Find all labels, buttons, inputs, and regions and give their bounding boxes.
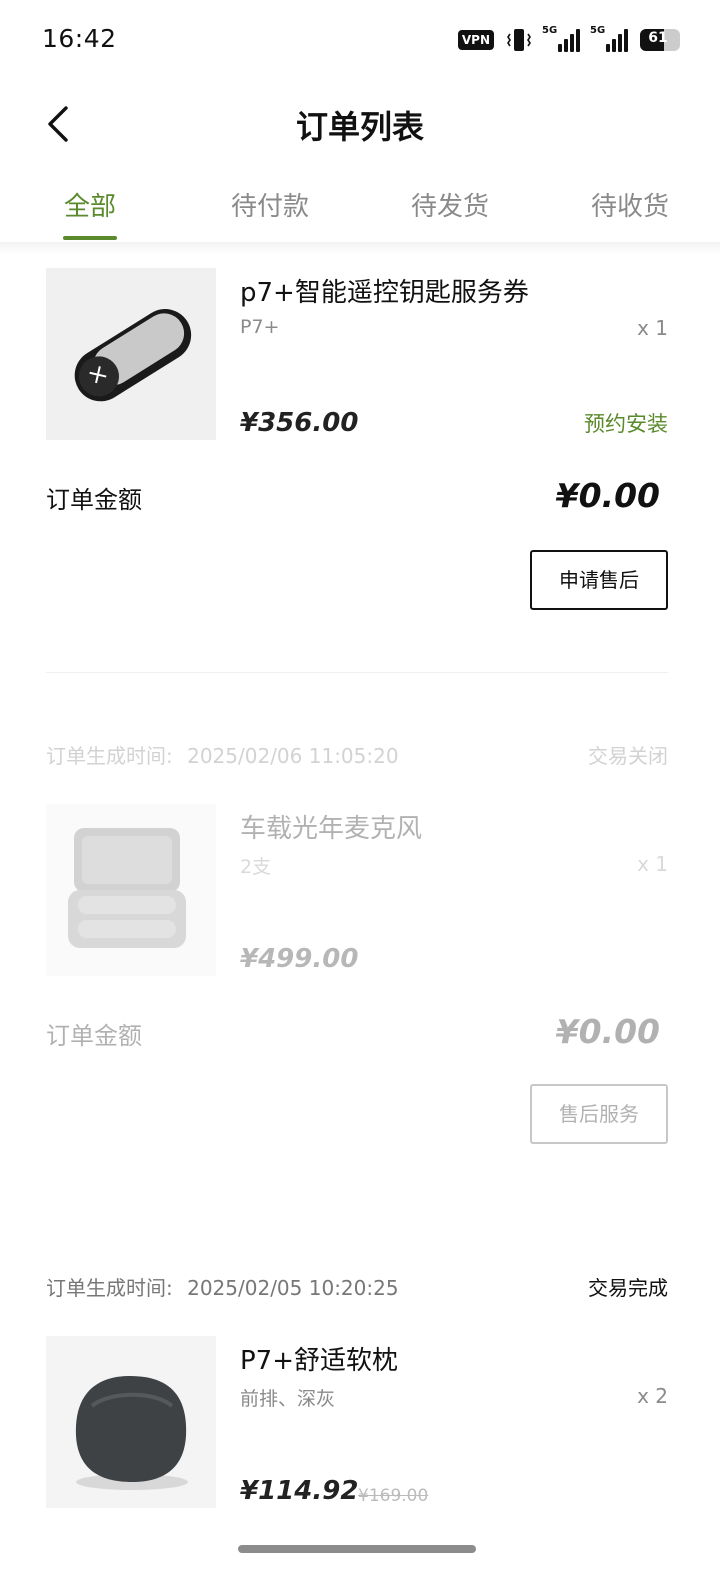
tab-bar: 全部 待付款 待发货 待收货: [0, 170, 720, 242]
order-time: 2025/02/05 10:20:25: [187, 1276, 399, 1300]
book-installation-link[interactable]: 预约安装: [584, 408, 668, 438]
product-price: ¥499.00: [240, 944, 359, 974]
tab-pending-shipment[interactable]: 待发货: [360, 170, 540, 242]
order-meta: 订单生成时间: 2025/02/05 10:20:25 交易完成: [46, 1272, 668, 1306]
smart-key-image: [46, 268, 216, 440]
status-time: 16:42: [42, 24, 117, 53]
product-variant: 前排、深灰: [240, 1388, 336, 1410]
home-indicator[interactable]: [238, 1545, 476, 1553]
tab-pending-payment[interactable]: 待付款: [180, 170, 360, 242]
product-variant: 2支: [240, 856, 272, 878]
order-total-label: 订单金额: [46, 486, 142, 514]
battery-icon: 61: [640, 29, 680, 51]
order-card[interactable]: 订单生成时间: 2025/02/05 10:20:25 交易完成 P7+舒适软枕…: [46, 1272, 668, 1508]
signal-5g-icon: 5G: [542, 25, 580, 52]
order-total-label: 订单金额: [46, 1022, 142, 1050]
product-quantity: x 1: [637, 852, 668, 876]
order-meta: 订单生成时间: 2025/02/06 11:05:20 交易关闭: [46, 740, 668, 774]
order-card[interactable]: p7+智能遥控钥匙服务券 P7+ x 1 ¥356.00 预约安装 订单金额 ¥…: [46, 268, 668, 610]
order-total: 订单金额 ¥0.00: [46, 1012, 668, 1082]
signal-5g-icon: 5G: [590, 25, 628, 52]
product-quantity: x 2: [637, 1384, 668, 1408]
pillow-image: [46, 1336, 216, 1508]
order-time-label: 订单生成时间:: [46, 1276, 173, 1300]
original-price: ¥169.00: [358, 1486, 429, 1506]
vpn-icon: VPN: [457, 30, 494, 50]
order-total: 订单金额 ¥0.00: [46, 476, 668, 546]
order-total-value: ¥0.00: [555, 1012, 660, 1051]
status-icons: VPN 5G 5G 61: [457, 25, 680, 54]
apply-after-sales-button[interactable]: 申请售后: [530, 550, 668, 610]
product-name: p7+智能遥控钥匙服务券: [240, 278, 529, 308]
product-image: [46, 1336, 216, 1508]
product-price: ¥114.92: [240, 1476, 359, 1506]
order-divider: [46, 672, 668, 673]
product-quantity: x 1: [637, 316, 668, 340]
page-title: 订单列表: [295, 108, 424, 146]
order-item[interactable]: P7+舒适软枕 前排、深灰 x 2 ¥114.92 ¥169.00: [46, 1336, 668, 1508]
after-sales-service-button[interactable]: 售后服务: [530, 1084, 668, 1144]
order-card[interactable]: 订单生成时间: 2025/02/06 11:05:20 交易关闭 车载光年麦克风…: [46, 740, 668, 1144]
vibrate-icon: [507, 29, 531, 51]
order-status: 交易完成: [588, 1276, 668, 1300]
order-status: 交易关闭: [588, 744, 668, 768]
product-variant: P7+: [240, 316, 280, 338]
order-time: 2025/02/06 11:05:20: [187, 744, 399, 768]
product-image: [46, 268, 216, 440]
product-name: 车载光年麦克风: [240, 814, 423, 844]
product-price: ¥356.00: [240, 408, 359, 438]
tab-pending-receipt[interactable]: 待收货: [540, 170, 720, 242]
tab-shadow: [0, 242, 720, 254]
order-time-label: 订单生成时间:: [46, 744, 173, 768]
product-name: P7+舒适软枕: [240, 1346, 399, 1376]
nav-bar: 订单列表: [0, 80, 720, 170]
tab-all[interactable]: 全部: [0, 170, 180, 242]
order-item[interactable]: p7+智能遥控钥匙服务券 P7+ x 1 ¥356.00 预约安装: [46, 268, 668, 440]
order-item[interactable]: 车载光年麦克风 2支 x 1 ¥499.00: [46, 804, 668, 976]
order-total-value: ¥0.00: [555, 476, 660, 515]
microphone-case-image: [46, 804, 216, 976]
product-image: [46, 804, 216, 976]
status-bar: 16:42 VPN 5G 5G 61: [0, 0, 720, 80]
